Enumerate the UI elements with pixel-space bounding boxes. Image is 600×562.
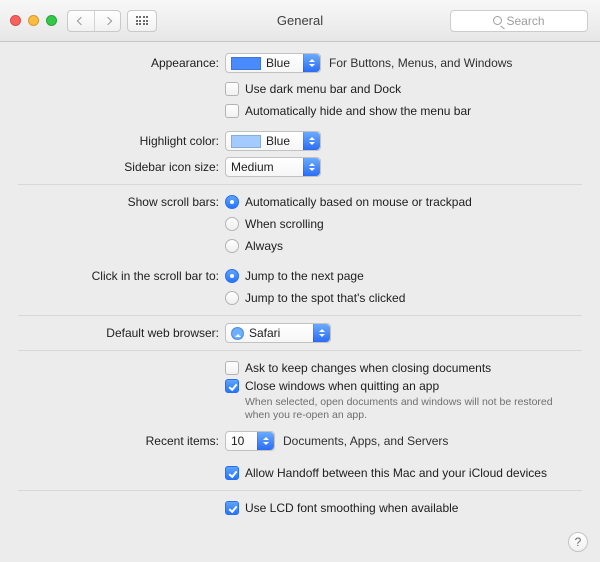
close-windows-label: Close windows when quitting an app — [245, 379, 439, 393]
radio-icon — [225, 291, 239, 305]
radio-icon — [225, 269, 239, 283]
chevron-left-icon — [77, 16, 85, 24]
highlight-color-popup[interactable]: Blue — [225, 131, 321, 151]
sidebar-size-label: Sidebar icon size: — [0, 160, 225, 174]
search-placeholder: Search — [506, 14, 544, 28]
click-scrollbar-radio-page[interactable]: Jump to the next page — [225, 269, 364, 283]
zoom-window-icon[interactable] — [46, 15, 57, 26]
minimize-window-icon[interactable] — [28, 15, 39, 26]
click-scrollbar-page-label: Jump to the next page — [245, 269, 364, 283]
recent-items-popup[interactable]: 10 — [225, 431, 275, 451]
recent-items-label: Recent items: — [0, 434, 225, 448]
click-scrollbar-spot-label: Jump to the spot that's clicked — [245, 291, 405, 305]
browser-value: Safari — [249, 326, 280, 340]
scrollbars-radio-scrolling[interactable]: When scrolling — [225, 217, 324, 231]
close-window-icon[interactable] — [10, 15, 21, 26]
forward-button[interactable] — [94, 11, 120, 31]
checkbox-icon — [225, 82, 239, 96]
checkbox-icon — [225, 361, 239, 375]
scrollbars-scrolling-label: When scrolling — [245, 217, 324, 231]
search-icon — [493, 16, 502, 25]
show-all-button[interactable] — [127, 10, 157, 32]
grid-icon — [136, 16, 149, 25]
sidebar-size-popup[interactable]: Medium — [225, 157, 321, 177]
dark-menu-checkbox[interactable]: Use dark menu bar and Dock — [225, 82, 401, 96]
appearance-value: Blue — [266, 56, 290, 70]
appearance-popup[interactable]: Blue — [225, 53, 321, 73]
browser-label: Default web browser: — [0, 326, 225, 340]
lcd-smoothing-checkbox[interactable]: Use LCD font smoothing when available — [225, 501, 458, 515]
chevron-updown-icon — [303, 158, 320, 176]
highlight-label: Highlight color: — [0, 134, 225, 148]
handoff-label: Allow Handoff between this Mac and your … — [245, 466, 547, 480]
appearance-hint: For Buttons, Menus, and Windows — [329, 56, 512, 70]
checkbox-icon — [225, 501, 239, 515]
close-windows-sub: When selected, open documents and window… — [245, 396, 555, 422]
radio-icon — [225, 217, 239, 231]
back-button[interactable] — [68, 11, 94, 31]
auto-hide-label: Automatically hide and show the menu bar — [245, 104, 471, 118]
sidebar-size-value: Medium — [231, 160, 274, 174]
ask-keep-changes-label: Ask to keep changes when closing documen… — [245, 361, 491, 375]
click-scrollbar-label: Click in the scroll bar to: — [0, 269, 225, 283]
chevron-updown-icon — [257, 432, 274, 450]
scrollbars-auto-label: Automatically based on mouse or trackpad — [245, 195, 472, 209]
handoff-checkbox[interactable]: Allow Handoff between this Mac and your … — [225, 466, 547, 480]
dark-menu-label: Use dark menu bar and Dock — [245, 82, 401, 96]
close-windows-checkbox[interactable]: Close windows when quitting an app — [225, 379, 555, 393]
help-button[interactable]: ? — [568, 532, 588, 552]
radio-icon — [225, 195, 239, 209]
checkbox-icon — [225, 104, 239, 118]
chevron-updown-icon — [313, 324, 330, 342]
click-scrollbar-radio-spot[interactable]: Jump to the spot that's clicked — [225, 291, 405, 305]
scrollbars-radio-auto[interactable]: Automatically based on mouse or trackpad — [225, 195, 472, 209]
lcd-smoothing-label: Use LCD font smoothing when available — [245, 501, 458, 515]
safari-icon — [231, 327, 244, 340]
appearance-label: Appearance: — [0, 56, 225, 70]
scrollbars-label: Show scroll bars: — [0, 195, 225, 209]
default-browser-popup[interactable]: Safari — [225, 323, 331, 343]
scrollbars-always-label: Always — [245, 239, 283, 253]
chevron-right-icon — [103, 16, 111, 24]
highlight-swatch-icon — [231, 135, 261, 148]
recent-items-hint: Documents, Apps, and Servers — [283, 434, 448, 448]
search-input[interactable]: Search — [450, 10, 588, 32]
highlight-value: Blue — [266, 134, 290, 148]
auto-hide-menu-checkbox[interactable]: Automatically hide and show the menu bar — [225, 104, 471, 118]
chevron-updown-icon — [303, 132, 320, 150]
ask-keep-changes-checkbox[interactable]: Ask to keep changes when closing documen… — [225, 361, 491, 375]
blue-swatch-icon — [231, 57, 261, 70]
checkbox-icon — [225, 379, 239, 393]
recent-items-value: 10 — [231, 434, 244, 448]
help-icon: ? — [575, 535, 582, 549]
checkbox-icon — [225, 466, 239, 480]
radio-icon — [225, 239, 239, 253]
chevron-updown-icon — [303, 54, 320, 72]
scrollbars-radio-always[interactable]: Always — [225, 239, 283, 253]
